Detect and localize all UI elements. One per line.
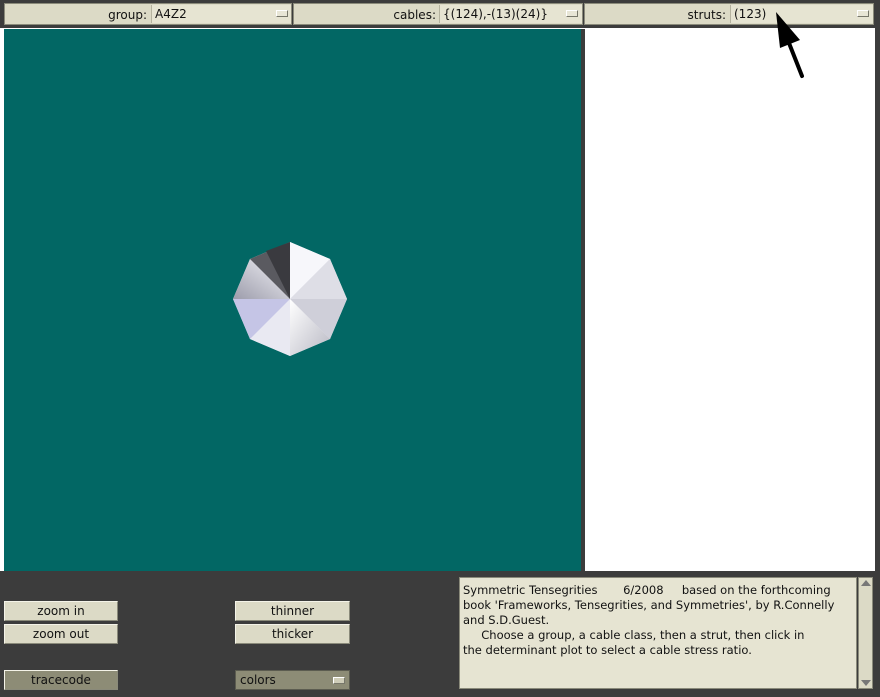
window-edge [875, 0, 880, 697]
colors-label: colors [240, 673, 276, 687]
struts-selector[interactable]: struts: (123) [584, 3, 874, 25]
chevron-down-icon[interactable] [333, 677, 345, 684]
info-line: book 'Frameworks, Tensegrities, and Symm… [463, 598, 835, 612]
chevron-down-icon[interactable] [566, 10, 578, 17]
group-label: group: [108, 8, 147, 22]
struts-value: (123) [734, 7, 767, 21]
group-value: A4Z2 [155, 7, 187, 21]
cables-selector[interactable]: cables: {(124),-(13)(24)} [293, 3, 583, 25]
info-line: the determinant plot to select a cable s… [463, 643, 752, 657]
determinant-plot[interactable] [585, 29, 875, 571]
info-line: Symmetric Tensegrities 6/2008 based on t… [463, 583, 831, 597]
info-scrollbar[interactable] [858, 577, 873, 689]
group-selector[interactable]: group: A4Z2 [4, 3, 292, 25]
zoom-out-button[interactable]: zoom out [4, 624, 118, 644]
thicker-button[interactable]: thicker [235, 624, 350, 644]
chevron-down-icon[interactable] [276, 10, 288, 17]
struts-label: struts: [687, 8, 727, 22]
top-toolbar: group: A4Z2 cables: {(124),-(13)(24)} st… [0, 0, 880, 28]
zoom-in-button[interactable]: zoom in [4, 601, 118, 621]
thinner-button[interactable]: thinner [235, 601, 350, 621]
scroll-down-icon[interactable] [861, 680, 871, 686]
chevron-down-icon[interactable] [857, 10, 869, 17]
tracecode-button[interactable]: tracecode [4, 670, 118, 690]
info-line: and S.D.Guest. [463, 613, 550, 627]
info-text-area[interactable]: Symmetric Tensegrities 6/2008 based on t… [459, 577, 857, 689]
tensegrity-3d-view[interactable] [4, 29, 581, 571]
colors-dropdown[interactable]: colors [235, 670, 350, 690]
scroll-up-icon[interactable] [861, 580, 871, 586]
arrow-cursor-icon [776, 12, 804, 78]
cables-label: cables: [393, 8, 436, 22]
sphere-model [233, 242, 347, 356]
cables-value: {(124),-(13)(24)} [443, 7, 548, 21]
cables-dropdown[interactable]: {(124),-(13)(24)} [439, 5, 582, 23]
group-dropdown[interactable]: A4Z2 [151, 5, 291, 23]
info-line: Choose a group, a cable class, then a st… [463, 628, 805, 642]
